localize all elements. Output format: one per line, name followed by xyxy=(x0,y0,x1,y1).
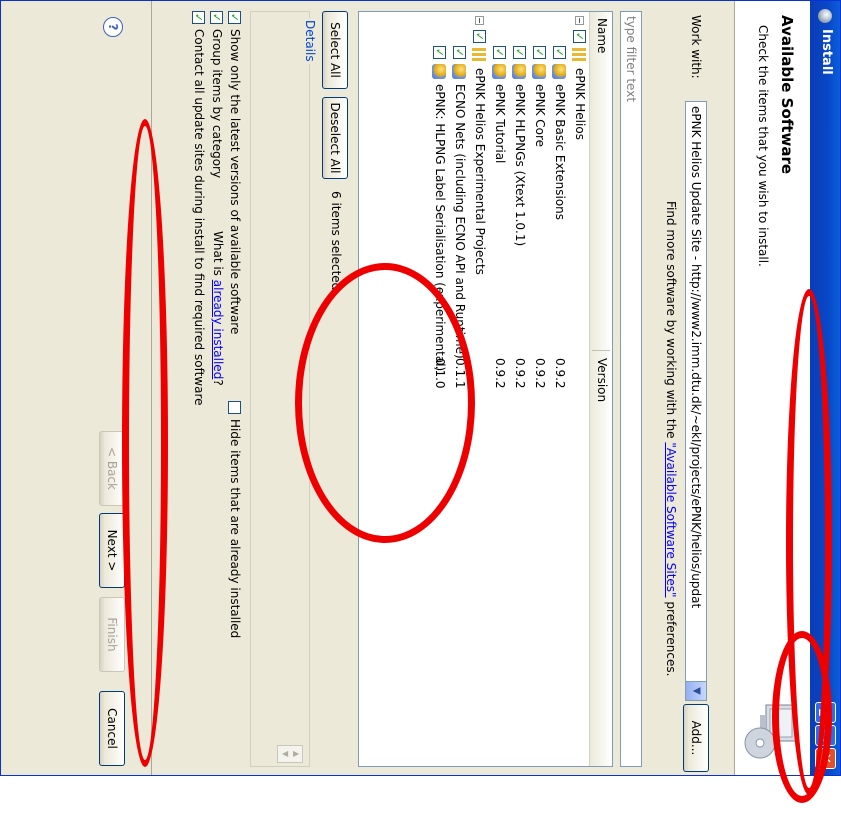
expand-collapse-icon[interactable]: − xyxy=(475,16,484,25)
option-contact-sites-label: Contact all update sites during install … xyxy=(192,29,206,406)
feature-plugin-icon xyxy=(492,64,506,79)
work-with-label: Work with: xyxy=(689,15,703,79)
work-with-value: ePNK Helios Update Site - http://www2.im… xyxy=(689,106,703,609)
page-description: Check the items that you wish to install… xyxy=(756,25,770,267)
eclipse-icon xyxy=(818,9,832,23)
tree-row-name: ePNK HLPNGs (Xtext 1.0.1) xyxy=(513,84,527,247)
help-icon[interactable]: ? xyxy=(103,17,123,37)
deselect-all-button[interactable]: Deselect All xyxy=(322,97,348,179)
details-label: Details xyxy=(303,18,317,64)
feature-plugin-icon xyxy=(512,64,526,79)
filter-input[interactable]: type filter text xyxy=(620,11,642,767)
work-with-combo[interactable]: ePNK Helios Update Site - http://www2.im… xyxy=(685,101,707,701)
finish-button[interactable]: Finish xyxy=(99,597,125,672)
category-icon xyxy=(472,48,486,63)
tree-row-checkbox[interactable]: ✓ xyxy=(473,30,486,43)
preferences-hint-suffix: preferences. xyxy=(664,601,678,677)
install-dialog: Install _ □ ✕ Available Software Check t… xyxy=(0,0,841,803)
select-all-button[interactable]: Select All xyxy=(322,11,348,89)
tree-row[interactable]: ✓ ePNK Core 0.9.2 xyxy=(529,12,549,766)
tree-row-name: ePNK Helios xyxy=(573,68,587,140)
work-with-label-text: Work with: xyxy=(689,15,703,79)
tree-row-version: 0.9.2 xyxy=(533,358,547,389)
checkbox-contact-sites[interactable]: ✓ xyxy=(192,11,205,24)
tree-row-name: ePNK Tutorial xyxy=(493,84,507,164)
tree-row-version: 0.9.2 xyxy=(513,358,527,389)
option-latest-versions-label: Show only the latest versions of availab… xyxy=(228,29,242,335)
already-installed-link[interactable]: already installed xyxy=(211,280,225,380)
feature-plugin-icon xyxy=(432,64,446,79)
highlight-ring-tree xyxy=(295,263,475,543)
tree-row-name: ePNK Basic Extensions xyxy=(553,84,567,221)
preferences-hint: Find more software by working with the "… xyxy=(664,201,678,676)
screenshot-stage: Install _ □ ✕ Available Software Check t… xyxy=(0,0,841,836)
tree-row-name: ePNK Core xyxy=(533,84,547,148)
page-title: Available Software xyxy=(778,15,796,175)
preferences-hint-text: Find more software by working with the xyxy=(664,201,678,439)
column-separator[interactable] xyxy=(592,350,610,351)
already-installed-suffix: ? xyxy=(211,379,225,386)
tree-row-checkbox[interactable]: ✓ xyxy=(433,46,446,59)
feature-plugin-icon xyxy=(452,64,466,79)
available-software-sites-link[interactable]: "Available Software Sites" xyxy=(664,442,678,597)
add-site-button[interactable]: Add... xyxy=(683,704,709,772)
tree-row-checkbox[interactable]: ✓ xyxy=(553,46,566,59)
cancel-button[interactable]: Cancel xyxy=(99,691,125,766)
tree-row[interactable]: ✓ ePNK HLPNGs (Xtext 1.0.1) 0.9.2 xyxy=(509,12,529,766)
chevron-down-icon[interactable]: ▼ xyxy=(686,681,706,700)
highlight-ring-next xyxy=(772,631,832,803)
checkbox-group-by-category[interactable]: ✓ xyxy=(210,11,223,24)
option-group-by-category-label: Group items by category xyxy=(210,29,224,179)
tree-row-checkbox[interactable]: ✓ xyxy=(573,30,586,43)
category-icon xyxy=(572,48,586,63)
checkbox-hide-installed[interactable]: ✓ xyxy=(228,401,241,414)
tree-row-checkbox[interactable]: ✓ xyxy=(513,46,526,59)
selection-count: 6 items selected xyxy=(329,191,343,291)
tree-row-checkbox[interactable]: ✓ xyxy=(453,46,466,59)
option-hide-installed-label: Hide items that are already installed xyxy=(228,419,242,639)
feature-plugin-icon xyxy=(532,64,546,79)
column-version-header[interactable]: Version xyxy=(595,358,609,402)
tree-row-name: ePNK Helios Experimental Projects xyxy=(473,68,487,275)
column-name-header[interactable]: Name xyxy=(595,18,609,53)
tree-row[interactable]: − ✓ ePNK Helios xyxy=(569,12,589,766)
window-title: Install xyxy=(819,29,834,75)
checkbox-latest-versions[interactable]: ✓ xyxy=(228,11,241,24)
tree-row[interactable]: ✓ ePNK Basic Extensions 0.9.2 xyxy=(549,12,569,766)
tree-row-checkbox[interactable]: ✓ xyxy=(533,46,546,59)
highlight-ring-work-with xyxy=(122,119,168,767)
expand-collapse-icon[interactable]: − xyxy=(575,16,584,25)
tree-row-version: 0.9.2 xyxy=(493,358,507,389)
already-installed-prefix: What is xyxy=(211,231,225,276)
next-button[interactable]: Next > xyxy=(99,513,125,588)
tree-row-checkbox[interactable]: ✓ xyxy=(493,46,506,59)
tree-row-version: 0.9.2 xyxy=(553,358,567,389)
details-scrollbar[interactable]: ▲ ▼ xyxy=(277,745,303,763)
tree-header: Name Version xyxy=(589,12,612,766)
feature-plugin-icon xyxy=(552,64,566,79)
already-installed-hint: What is already installed? xyxy=(211,231,225,386)
tree-row[interactable]: ✓ ePNK Tutorial 0.9.2 xyxy=(489,12,509,766)
